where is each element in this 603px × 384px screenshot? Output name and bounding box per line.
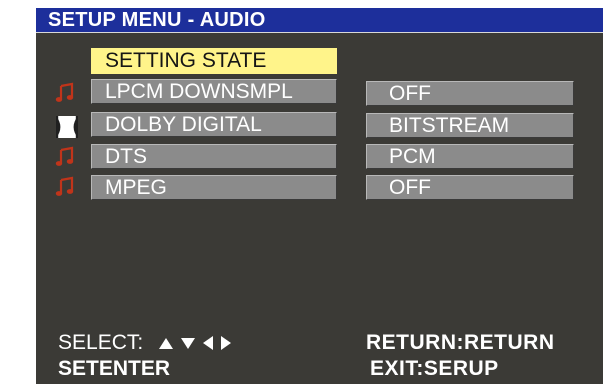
arrow-right-icon <box>221 336 232 351</box>
row-dolby-digital-value[interactable]: BITSTREAM <box>366 113 574 138</box>
row-label: MPEG <box>105 176 167 199</box>
row-lpcm-downsmpl-value[interactable]: OFF <box>366 81 574 106</box>
row-lpcm-downsmpl[interactable]: LPCM DOWNSMPL <box>91 79 337 104</box>
arrow-down-icon <box>181 337 196 349</box>
row-label: DTS <box>105 145 147 168</box>
setting-state-label: SETTING STATE <box>105 49 267 72</box>
row-dolby-digital[interactable]: DOLBY DIGITAL <box>91 112 337 137</box>
page-title: SETUP MENU - AUDIO <box>48 9 266 31</box>
setup-menu-panel: SETUP MENU - AUDIO SETTING STATE LPCM DO… <box>36 8 603 384</box>
row-value: OFF <box>389 82 431 105</box>
enter-hint: SETENTER <box>58 357 171 380</box>
row-value: PCM <box>389 145 436 168</box>
row-mpeg-value[interactable]: OFF <box>366 175 574 200</box>
row-label: DOLBY DIGITAL <box>105 113 262 136</box>
navigation-arrows <box>159 331 239 355</box>
dolby-icon <box>56 116 78 138</box>
arrow-up-icon <box>159 337 174 349</box>
title-bar: SETUP MENU - AUDIO <box>36 8 603 33</box>
exit-hint: EXIT:SERUP <box>370 357 499 380</box>
music-note-icon <box>55 82 74 102</box>
row-dts[interactable]: DTS <box>91 144 337 169</box>
music-note-icon <box>55 176 74 196</box>
row-value: OFF <box>389 176 431 199</box>
select-hint: SELECT: <box>58 331 239 355</box>
screen: SETUP MENU - AUDIO SETTING STATE LPCM DO… <box>0 0 603 384</box>
select-label: SELECT: <box>58 331 144 354</box>
row-mpeg[interactable]: MPEG <box>91 175 337 200</box>
arrow-left-icon <box>203 336 214 351</box>
row-label: LPCM DOWNSMPL <box>105 80 293 103</box>
return-hint: RETURN:RETURN <box>366 331 555 354</box>
row-value: BITSTREAM <box>389 114 510 137</box>
music-note-icon <box>55 146 74 166</box>
row-dts-value[interactable]: PCM <box>366 144 574 169</box>
setting-state-header[interactable]: SETTING STATE <box>91 48 337 74</box>
